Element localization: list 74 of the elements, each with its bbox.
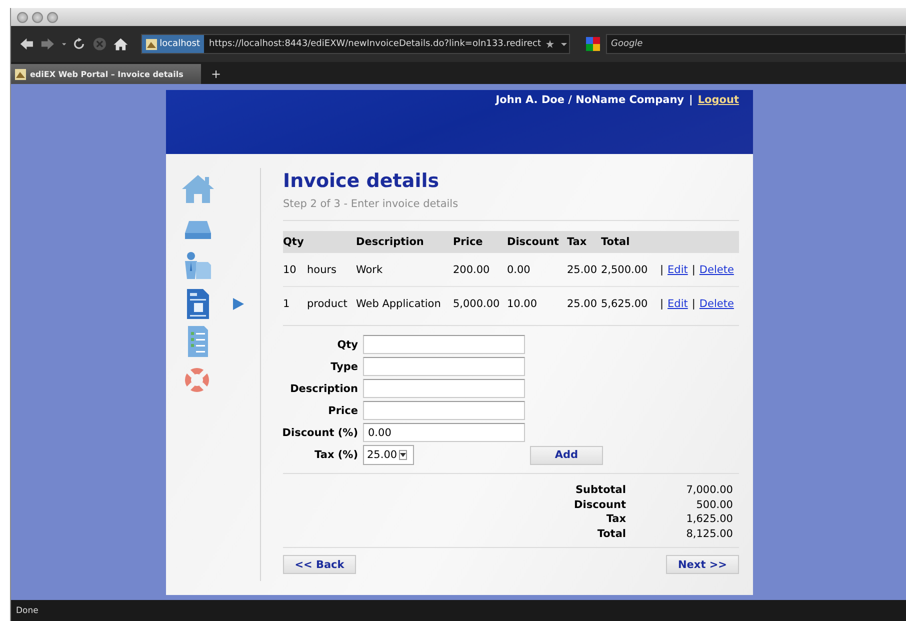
site-icon <box>15 68 26 80</box>
total-value: 7,000.00 <box>686 483 733 498</box>
site-icon <box>146 38 157 50</box>
table-cell: 25.00 <box>566 253 601 286</box>
search-field[interactable]: Google <box>606 34 906 54</box>
total-label: Tax <box>606 512 626 526</box>
field-label: Discount (%) <box>281 426 358 438</box>
table-cell: 10 <box>283 253 307 286</box>
field-label: Tax (%) <box>314 449 358 461</box>
total-label: Total <box>597 526 626 541</box>
table-cell: 25.00 <box>566 286 601 320</box>
table-cell: Web Application <box>356 286 453 320</box>
table-cell: 5,000.00 <box>452 286 507 320</box>
table-cell: 10.00 <box>506 286 567 320</box>
window-control[interactable] <box>47 12 58 22</box>
table-cell: 1 <box>283 286 307 320</box>
table-cell: product <box>307 286 356 320</box>
input-field[interactable]: 0.00 <box>363 423 525 442</box>
total-value: 500.00 <box>696 498 733 512</box>
column-header: Discount <box>506 231 567 253</box>
window-control[interactable] <box>32 12 43 22</box>
delete-link[interactable]: Delete <box>699 298 734 310</box>
select-field[interactable]: 25.00 <box>363 445 414 465</box>
next-button[interactable]: Next >> <box>666 555 739 574</box>
input-field[interactable] <box>363 357 525 376</box>
field-label: Price <box>327 404 358 416</box>
column-header: Price <box>452 231 507 253</box>
separator-text: | <box>690 298 696 310</box>
edit-link[interactable]: Edit <box>668 298 688 310</box>
field-label: Type <box>330 360 358 372</box>
caret-icon <box>400 453 406 457</box>
total-value: 1,625.00 <box>686 512 733 526</box>
input-field[interactable] <box>363 335 525 354</box>
field-label: Qty <box>336 338 358 350</box>
table-cell: Work <box>356 253 453 286</box>
url-text: https://localhost:8443/ediEXW/newInvoiceDetails.do?link=oln133.redirect <box>209 39 541 49</box>
total-label: Discount <box>574 498 626 512</box>
total-label: Subtotal <box>576 483 626 498</box>
tab-title: ediEX Web Portal – Invoice details <box>30 70 184 78</box>
table-cell: 200.00 <box>452 253 507 286</box>
separator-text: | <box>658 298 665 310</box>
table-cell: 0.00 <box>506 253 567 286</box>
edit-link[interactable]: Edit <box>668 264 688 276</box>
column-header: Tax <box>566 231 601 253</box>
separator-text: | <box>689 94 693 106</box>
column-header: Qty <box>283 231 356 253</box>
logout-link[interactable]: Logout <box>698 94 739 106</box>
site-name: localhost <box>160 39 200 49</box>
field-label: Description <box>289 382 358 394</box>
delete-link[interactable]: Delete <box>699 264 734 276</box>
total-value: 8,125.00 <box>686 526 733 541</box>
search-engine-icon[interactable] <box>586 37 600 51</box>
table-cell: hours <box>307 253 356 286</box>
add-button[interactable]: Add <box>530 446 603 464</box>
column-header: Description <box>356 231 453 253</box>
table-cell: 5,625.00 <box>600 286 656 320</box>
browser-tab[interactable]: ediEX Web Portal – Invoice details <box>11 64 201 84</box>
status-text: Done <box>16 606 38 616</box>
separator-text: | <box>658 264 665 276</box>
new-tab-button[interactable]: + <box>211 67 222 84</box>
back-button[interactable]: << Back <box>283 555 356 574</box>
user-name: John A. Doe / NoName Company <box>496 94 684 106</box>
star-icon[interactable] <box>546 40 554 48</box>
step-text: Step 2 of 3 - Enter invoice details <box>283 198 460 210</box>
address-bar[interactable]: localhost https://localhost:8443/ediEXW/newInvoiceDetails.do?link=oln133.redirect <box>140 34 570 54</box>
input-field[interactable] <box>363 379 525 398</box>
table-cell: 2,500.00 <box>600 253 656 286</box>
page-title: Invoice details <box>283 170 440 192</box>
column-header: Total <box>600 231 656 253</box>
window-control[interactable] <box>17 12 28 22</box>
separator-text: | <box>690 264 696 276</box>
pointer-arrow-icon <box>233 298 244 310</box>
input-field[interactable] <box>363 401 525 420</box>
caret-icon[interactable] <box>558 40 569 48</box>
